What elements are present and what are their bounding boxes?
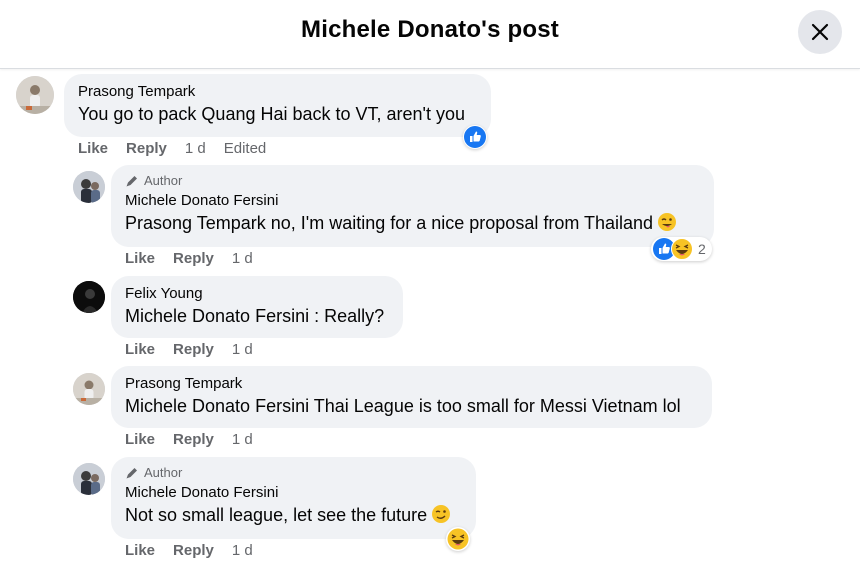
mention-link[interactable]: Prasong Tempark: [125, 213, 266, 233]
haha-reaction-icon: [447, 528, 469, 550]
close-icon: [811, 23, 829, 41]
comment-actions: Like Reply 1 d: [125, 250, 271, 267]
commenter-name[interactable]: Michele Donato Fersini: [125, 191, 700, 211]
comment-actions: Like Reply 1 d Edited: [78, 140, 284, 157]
reaction-summary[interactable]: 2: [651, 237, 712, 261]
avatar[interactable]: [16, 76, 54, 114]
commenter-name[interactable]: Prasong Tempark: [125, 374, 698, 394]
timestamp[interactable]: 1 d: [232, 431, 253, 448]
reaction-count[interactable]: 2: [698, 241, 706, 257]
comment-bubble: Author Michele Donato Fersini Prasong Te…: [111, 165, 714, 247]
close-button[interactable]: [798, 10, 842, 54]
like-button[interactable]: Like: [125, 341, 155, 358]
avatar[interactable]: [73, 281, 105, 313]
like-button[interactable]: Like: [125, 250, 155, 267]
timestamp[interactable]: 1 d: [185, 140, 206, 157]
reply-button[interactable]: Reply: [173, 341, 214, 358]
page-title: Michele Donato's post: [301, 16, 559, 43]
author-label: Author: [144, 465, 183, 480]
timestamp[interactable]: 1 d: [232, 542, 253, 559]
comment-actions: Like Reply 1 d: [125, 341, 271, 358]
comment-text: You go to pack Quang Hai back to VT, are…: [78, 104, 466, 124]
comment-actions: Like Reply 1 d: [125, 542, 271, 559]
avatar[interactable]: [73, 171, 105, 203]
commenter-name[interactable]: Felix Young: [125, 284, 389, 304]
mention-link[interactable]: Michele Donato Fersini: [125, 306, 309, 326]
post-header: Michele Donato's post: [0, 0, 860, 69]
comment-text: Not so small league, let see the future: [125, 503, 462, 530]
haha-reaction-icon: [671, 238, 693, 260]
comment-body: : Really?: [309, 306, 385, 326]
reaction-summary[interactable]: [446, 527, 470, 551]
like-button[interactable]: Like: [125, 542, 155, 559]
reply-button[interactable]: Reply: [173, 431, 214, 448]
author-badge: Author: [125, 173, 700, 188]
commenter-name[interactable]: Michele Donato Fersini: [125, 483, 462, 503]
like-button[interactable]: Like: [78, 140, 108, 157]
winking-tongue-emoji-icon: [657, 212, 677, 238]
pencil-icon: [126, 175, 137, 186]
comment-body: Not so small league, let see the future: [125, 505, 428, 525]
comment-actions: Like Reply 1 d: [125, 431, 271, 448]
comment-bubble: Felix Young Michele Donato Fersini : Rea…: [111, 276, 403, 338]
mention-link[interactable]: Michele Donato Fersini: [125, 396, 309, 416]
author-badge: Author: [125, 465, 462, 480]
author-label: Author: [144, 173, 183, 188]
comment-bubble: Prasong Tempark Michele Donato Fersini T…: [111, 366, 712, 428]
reply-button[interactable]: Reply: [173, 542, 214, 559]
comment-text: Prasong Tempark no, I'm waiting for a ni…: [125, 211, 700, 238]
timestamp[interactable]: 1 d: [232, 250, 253, 267]
like-reaction-icon: [464, 126, 486, 148]
avatar[interactable]: [73, 373, 105, 405]
pencil-icon: [126, 467, 137, 478]
like-button[interactable]: Like: [125, 431, 155, 448]
edited-label[interactable]: Edited: [224, 140, 267, 157]
comment-body: Thai League is too small for Messi Vietn…: [309, 396, 681, 416]
commenter-name[interactable]: Prasong Tempark: [78, 82, 477, 102]
comment-text: Michele Donato Fersini : Really?: [125, 304, 389, 328]
comment-bubble: Prasong Tempark You go to pack Quang Hai…: [64, 74, 491, 137]
reply-button[interactable]: Reply: [173, 250, 214, 267]
avatar[interactable]: [73, 463, 105, 495]
comment-text: Michele Donato Fersini Thai League is to…: [125, 394, 698, 418]
comment-body: no, I'm waiting for a nice proposal from…: [265, 213, 654, 233]
winking-face-emoji-icon: [431, 504, 451, 530]
reply-button[interactable]: Reply: [126, 140, 167, 157]
reaction-summary[interactable]: [463, 125, 487, 149]
comment-bubble: Author Michele Donato Fersini Not so sma…: [111, 457, 476, 539]
timestamp[interactable]: 1 d: [232, 341, 253, 358]
